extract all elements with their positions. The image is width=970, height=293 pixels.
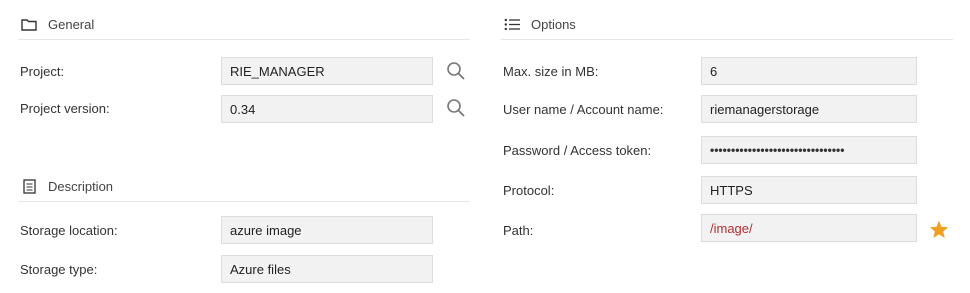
user-name-label: User name / Account name: — [503, 102, 664, 117]
protocol-label: Protocol: — [503, 183, 555, 198]
project-search-icon[interactable] — [445, 60, 467, 82]
general-section-header: General — [20, 14, 94, 34]
project-label: Project: — [20, 64, 65, 79]
description-divider — [18, 201, 470, 202]
general-divider — [18, 39, 470, 40]
storage-location-label: Storage location: — [20, 223, 118, 238]
password-label: Password / Access token: — [503, 143, 652, 158]
description-section-header: Description — [20, 176, 113, 196]
user-name-field[interactable]: riemanagerstorage — [701, 95, 917, 123]
storage-type-field[interactable]: Azure files — [221, 255, 433, 283]
protocol-field[interactable]: HTTPS — [701, 176, 917, 204]
options-title: Options — [531, 16, 576, 32]
storage-type-label: Storage type: — [20, 262, 98, 277]
options-section-header: Options — [503, 14, 576, 34]
path-field[interactable]: /image/ — [701, 214, 917, 242]
path-label: Path: — [503, 223, 534, 238]
storage-location-field[interactable]: azure image — [221, 216, 433, 244]
favorite-star-icon[interactable] — [928, 218, 950, 240]
password-field[interactable]: •••••••••••••••••••••••••••••••• — [701, 136, 917, 164]
version-search-icon[interactable] — [445, 97, 467, 119]
description-title: Description — [48, 178, 114, 194]
max-size-label: Max. size in MB: — [503, 64, 599, 79]
project-version-label: Project version: — [20, 101, 110, 116]
folder-icon — [20, 16, 38, 32]
list-icon — [503, 16, 521, 32]
project-version-field[interactable]: 0.34 — [221, 95, 433, 123]
options-divider — [501, 39, 953, 40]
project-field[interactable]: RIE_MANAGER — [221, 57, 433, 85]
max-size-field[interactable]: 6 — [701, 57, 917, 85]
general-title: General — [48, 16, 95, 32]
document-icon — [20, 178, 38, 194]
